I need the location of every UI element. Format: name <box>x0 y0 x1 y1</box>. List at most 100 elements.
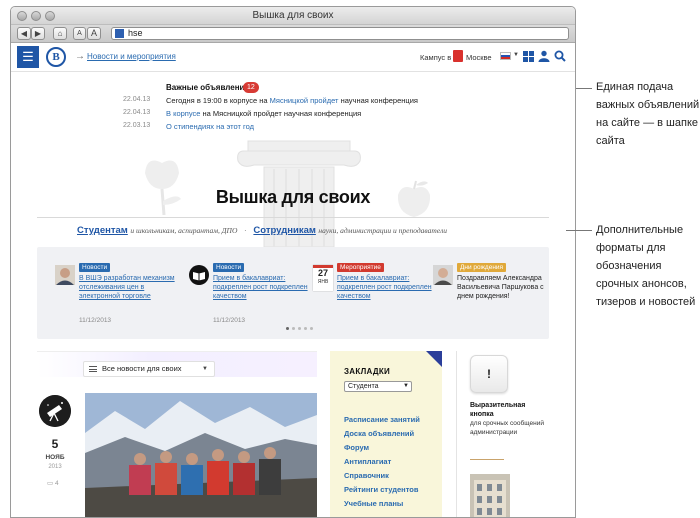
apps-grid-icon[interactable] <box>523 51 534 62</box>
callout-formats: Дополнительные форматы для обозначения с… <box>596 224 696 308</box>
news-photo[interactable] <box>85 393 317 518</box>
bookmarks-audience-select[interactable]: Студента ▼ <box>344 381 412 392</box>
urgent-title: Выразительная кнопка <box>470 402 526 418</box>
calendar-day: 27 <box>317 268 328 278</box>
campus-badge-icon <box>453 50 463 62</box>
urgent-message-button[interactable]: ! <box>470 355 508 393</box>
callout-announcements: Единая подача важных объявлений на сайте… <box>596 81 700 147</box>
person-photo <box>433 265 453 285</box>
calendar-icon: 27 ЯНВ <box>313 265 333 291</box>
menu-icon[interactable]: ☰ <box>17 46 39 68</box>
news-link[interactable]: Прием в бакалавриат: подкреплен рост под… <box>213 274 311 301</box>
chevron-down-icon: ▼ <box>202 366 208 372</box>
news-card[interactable]: Новости Прием в бакалавриат: подкреплен … <box>189 263 308 329</box>
favicon-icon <box>115 29 124 38</box>
list-icon <box>89 366 97 372</box>
campus-label: Кампус в <box>420 53 452 62</box>
home-button[interactable]: ⌂ <box>53 27 67 40</box>
announcement-text: Сегодня в 19:00 в корпусе на Мясницкой п… <box>166 96 418 105</box>
chevron-down-icon: ▼ <box>403 383 409 389</box>
callout-connector <box>566 230 592 231</box>
audience-separator: · <box>243 225 247 235</box>
calendar-month: ЯНВ <box>317 279 329 285</box>
event-month: НОЯБ <box>45 454 65 461</box>
font-smaller-button[interactable]: A <box>73 27 86 40</box>
comments-number: 4 <box>54 480 59 487</box>
hse-logo[interactable]: В <box>46 47 66 67</box>
comments-count[interactable]: ▭ 4 <box>47 479 59 487</box>
column-divider <box>456 351 457 517</box>
bookmark-link[interactable]: Учебные планы <box>344 499 403 508</box>
news-carousel: Новости В ВШЭ разработан механизм отслеж… <box>37 247 549 339</box>
audience-switcher: Студентам и школьникам, аспирантам, ДПО … <box>77 225 447 236</box>
bookmark-link[interactable]: Доска объявлений <box>344 429 414 438</box>
urgent-description: для срочных сообщений администрации <box>470 420 544 436</box>
chevron-down-icon[interactable]: ▼ <box>513 52 519 58</box>
breadcrumb-link[interactable]: Новости и мероприятия <box>87 52 176 61</box>
book-icon <box>189 265 209 285</box>
news-tag: Мероприятие <box>337 263 384 272</box>
news-link[interactable]: Прием в бакалавриат: подкреплен рост под… <box>337 274 435 301</box>
news-tag: Новости <box>213 263 245 272</box>
announcement-text: В корпусе на Мясницкой пройдет научная к… <box>166 109 361 118</box>
browser-window: Вышка для своих ◀ ▶ ⌂ A A hse ☰ В → Ново… <box>10 6 576 518</box>
hero-divider <box>37 217 549 218</box>
event-year: 2013 <box>48 464 62 470</box>
back-button[interactable]: ◀ <box>17 27 31 40</box>
staff-link[interactable]: Сотрудникам <box>253 225 315 236</box>
bookmark-link[interactable]: Расписание занятий <box>344 415 420 424</box>
campus-select[interactable]: Москве <box>466 53 492 62</box>
announcement-date: 22.04.13 <box>123 96 151 103</box>
address-text: hse <box>128 28 143 38</box>
news-text: Поздравляем Александра Васильевича Паршу… <box>457 275 544 300</box>
students-link[interactable]: Студентам <box>77 225 128 236</box>
announcement-prefix: Сегодня в 19:00 в корпусе на <box>166 96 270 105</box>
news-date: 11/12/2013 <box>79 317 112 324</box>
person-photo <box>55 265 75 285</box>
address-bar[interactable]: hse <box>111 27 569 40</box>
bookmark-link[interactable]: Форум <box>344 443 369 452</box>
comment-icon: ▭ <box>47 480 55 487</box>
forward-button[interactable]: ▶ <box>31 27 45 40</box>
announcements-title: Важные объявления <box>166 83 250 92</box>
hero-section: Вышка для своих <box>11 127 575 247</box>
announcement-link[interactable]: Мясницкой пройдет <box>270 96 339 105</box>
arrow-right-icon: → <box>75 51 85 62</box>
title-bar: Вышка для своих <box>11 7 575 25</box>
search-icon[interactable] <box>554 50 566 62</box>
news-tag: Новости <box>79 263 111 272</box>
browser-toolbar: ◀ ▶ ⌂ A A hse <box>11 25 575 43</box>
news-date: 11/12/2013 <box>213 317 246 324</box>
news-link[interactable]: В ВШЭ разработан механизм отслеживания ц… <box>79 274 177 301</box>
announcements-count-badge: 12 <box>243 82 259 93</box>
language-flag-icon[interactable] <box>500 52 511 60</box>
announcement-suffix: научная конференция <box>338 96 418 105</box>
carousel-pager[interactable] <box>286 327 316 331</box>
news-card[interactable]: Дни рождения Поздравляем Александра Васи… <box>433 263 551 329</box>
bookmark-ribbon-icon <box>426 351 442 367</box>
announcement-date: 22.04.13 <box>123 109 151 116</box>
bookmark-link[interactable]: Рейтинги студентов <box>344 485 418 494</box>
window-title: Вышка для своих <box>252 10 334 21</box>
news-card[interactable]: 27 ЯНВ Мероприятие Прием в бакалавриат: … <box>313 263 432 329</box>
telescope-icon <box>39 395 71 427</box>
announcement-link[interactable]: В корпусе <box>166 109 200 118</box>
user-icon[interactable] <box>538 50 550 62</box>
building-photo[interactable] <box>470 474 510 518</box>
hero-title: Вышка для своих <box>215 187 371 207</box>
bookmarks-panel: ЗАКЛАДКИ Студента ▼ Расписание занятий Д… <box>330 351 442 517</box>
bookmarks-audience-value: Студента <box>348 383 379 390</box>
callout-connector <box>576 88 592 89</box>
bookmark-link[interactable]: Антиплагиат <box>344 457 391 466</box>
bookmark-link[interactable]: Справочник <box>344 471 389 480</box>
event-day: 5 <box>51 437 59 451</box>
students-note: и школьникам, аспирантам, ДПО <box>130 226 238 235</box>
news-tag: Дни рождения <box>457 263 507 272</box>
feed-filter-label: Все новости для своих <box>102 364 182 373</box>
urgent-divider <box>470 459 504 460</box>
news-card[interactable]: Новости В ВШЭ разработан механизм отслеж… <box>55 263 175 329</box>
bookmarks-title: ЗАКЛАДКИ <box>344 367 391 376</box>
feed-filter-select[interactable]: Все новости для своих ▼ <box>83 361 215 377</box>
font-larger-button[interactable]: A <box>87 27 101 40</box>
site-header: ☰ В → Новости и мероприятия Кампус в Мос… <box>11 44 575 72</box>
